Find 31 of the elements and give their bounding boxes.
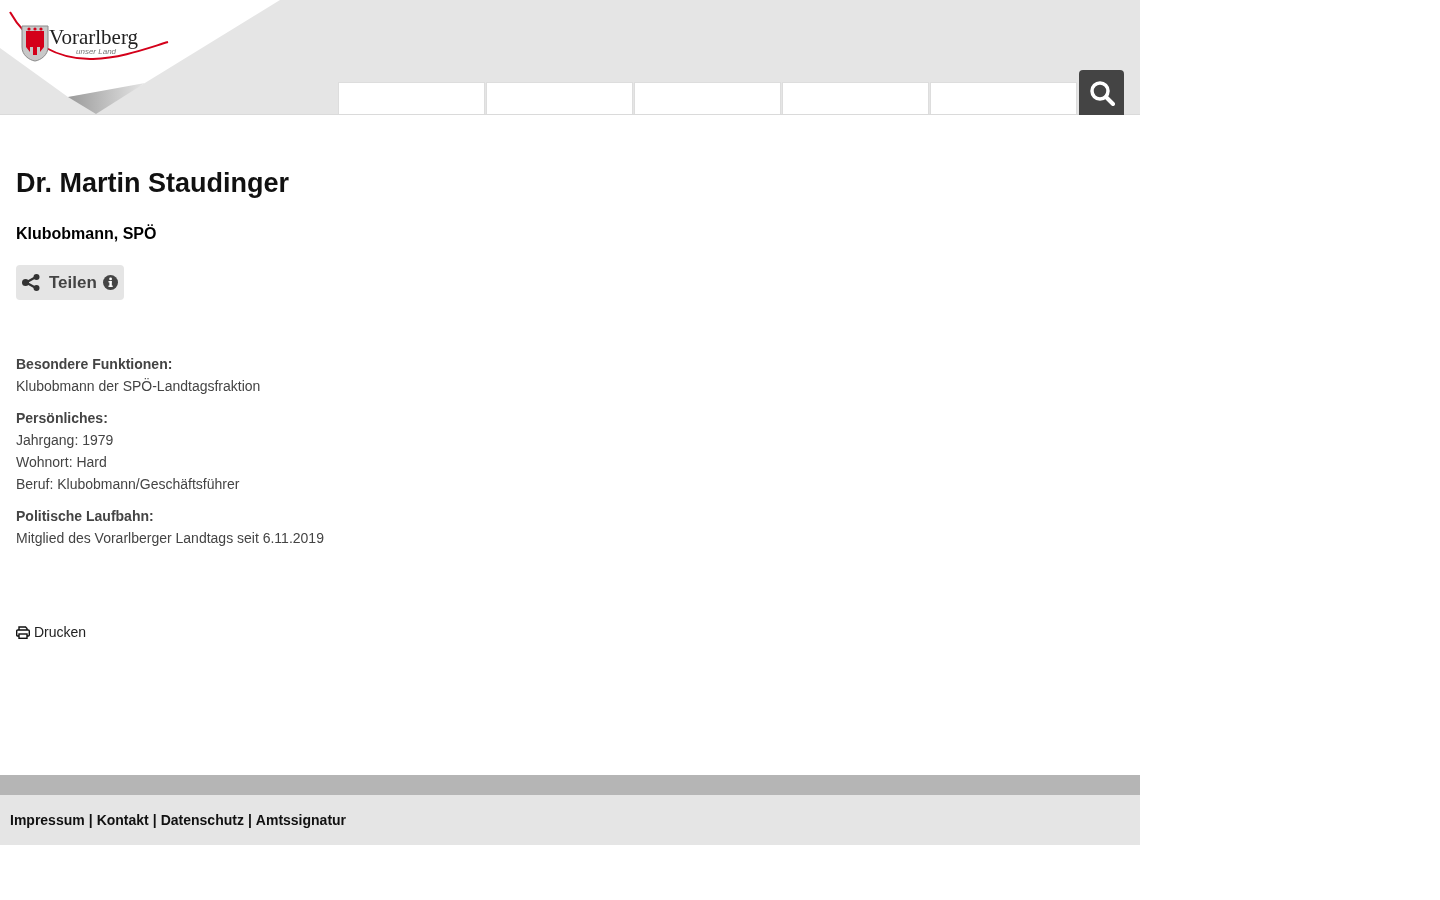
print-link[interactable]: Drucken [16, 621, 87, 643]
logo-subtitle: unser Land [76, 47, 117, 56]
share-button[interactable]: Teilen [16, 265, 124, 300]
section-heading: Politische Laufbahn: [16, 507, 154, 526]
footer-link[interactable]: Amtssignatur [255, 809, 347, 831]
section-text: Klubobmann der SPÖ-Landtagsfraktion [16, 377, 261, 396]
nav-tab[interactable] [782, 82, 929, 114]
footer-link[interactable]: Kontakt [96, 809, 149, 831]
section-heading: Besondere Funktionen: [16, 355, 173, 374]
info-icon [102, 275, 118, 290]
link-separator: | [152, 810, 157, 830]
section-text: Jahrgang: 1979 [16, 431, 114, 450]
footer-link[interactable]: Impressum [10, 809, 85, 831]
nav-tab[interactable] [634, 82, 781, 114]
search-icon [1088, 79, 1115, 106]
share-icon [22, 274, 40, 291]
nav-tab[interactable] [486, 82, 633, 114]
section-text: Wohnort: Hard [16, 453, 107, 472]
search-button[interactable] [1079, 70, 1124, 115]
person-role: Klubobmann, SPÖ [16, 223, 157, 244]
person-name: Dr. Martin Staudinger [16, 167, 290, 200]
coat-of-arms-icon [21, 25, 49, 62]
footer-link[interactable]: Datenschutz [160, 809, 244, 831]
link-separator: | [247, 810, 252, 830]
logo-title: Vorarlberg [49, 27, 139, 47]
nav-tab[interactable] [338, 82, 485, 114]
printer-icon [16, 625, 30, 639]
section-text: Mitglied des Vorarlberger Landtags seit 6.11.2019 [16, 529, 324, 548]
section-text: Beruf: Klubobmann/Geschäftsführer [16, 475, 240, 494]
link-separator: | [88, 810, 93, 830]
section-heading: Persönliches: [16, 409, 108, 428]
